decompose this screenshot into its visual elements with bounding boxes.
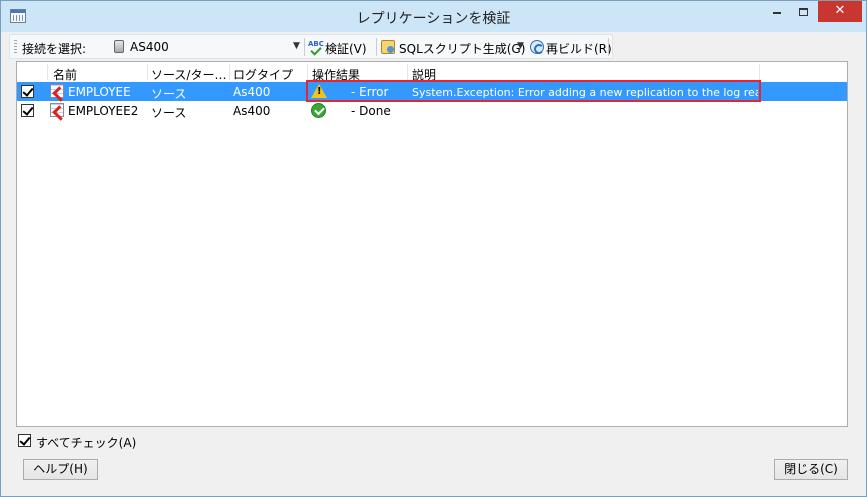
row-source-target: ソース — [151, 106, 187, 120]
connection-label: 接続を選択: — [22, 42, 87, 56]
spellcheck-verify-icon[interactable]: ABC — [308, 40, 324, 54]
sql-dropdown-icon[interactable]: ▼ — [517, 41, 524, 51]
title-bar: レプリケーションを検証 ✕ — [1, 1, 866, 32]
close-button[interactable]: 閉じる(C) — [774, 459, 848, 480]
window-title: レプリケーションを検証 — [356, 11, 511, 27]
maximize-button[interactable] — [792, 1, 814, 22]
toolbar-separator — [608, 38, 609, 56]
toolbar: 接続を選択: AS400 ▼ ABC 検証(V) SQLスクリプト生成(G) ▼… — [9, 34, 613, 59]
row-source-target: ソース — [151, 87, 187, 101]
column-divider[interactable] — [47, 64, 48, 80]
row-checkbox[interactable] — [21, 104, 34, 117]
toolbar-grip-icon[interactable] — [14, 40, 17, 54]
rebuild-icon[interactable] — [530, 40, 544, 54]
database-icon — [114, 40, 124, 53]
column-header-source-target[interactable]: ソース/ター… — [151, 66, 227, 83]
help-button[interactable]: ヘルプ(H) — [23, 459, 98, 480]
table-error-icon — [50, 103, 64, 117]
validate-replication-window: レプリケーションを検証 ✕ 接続を選択: AS400 ▼ ABC 検証(V) S… — [0, 0, 867, 497]
column-divider[interactable] — [407, 64, 408, 80]
column-header-log-type[interactable]: ログタイプ — [233, 66, 307, 83]
row-result: - Done — [351, 104, 391, 118]
minimize-icon — [773, 11, 781, 14]
close-window-button[interactable]: ✕ — [818, 1, 862, 22]
grid-header: 名前 ソース/ター… ログタイプ 操作結果 説明 — [17, 62, 847, 82]
column-divider[interactable] — [147, 64, 148, 80]
column-divider[interactable] — [759, 64, 760, 80]
rebuild-button[interactable]: 再ビルド(R) — [546, 40, 612, 57]
column-divider[interactable] — [229, 64, 230, 80]
row-log-type: As400 — [233, 104, 271, 118]
minimize-button[interactable] — [766, 1, 788, 22]
connection-dropdown-icon[interactable]: ▼ — [293, 41, 300, 51]
verify-button[interactable]: 検証(V) — [325, 40, 367, 57]
row-name: EMPLOYEE — [68, 85, 131, 99]
check-all-label[interactable]: すべてチェック(A) — [36, 434, 136, 451]
row-checkbox[interactable] — [21, 85, 34, 98]
error-highlight-box — [306, 80, 761, 102]
row-log-type: As400 — [233, 85, 271, 99]
success-icon — [311, 103, 326, 118]
connection-select[interactable]: AS400 — [130, 40, 169, 54]
table-error-icon — [50, 84, 64, 98]
maximize-icon — [798, 7, 808, 16]
toolbar-separator — [376, 38, 377, 56]
column-header-name[interactable]: 名前 — [53, 66, 143, 83]
toolbar-separator — [304, 38, 305, 56]
replication-grid[interactable]: 名前 ソース/ター… ログタイプ 操作結果 説明 EMPLOYEE ソース As… — [16, 61, 848, 427]
row-name: EMPLOYEE2 — [68, 104, 139, 118]
column-divider[interactable] — [307, 64, 308, 80]
sql-script-icon[interactable] — [381, 40, 395, 54]
check-all-box[interactable] — [18, 434, 31, 447]
generate-sql-button[interactable]: SQLスクリプト生成(G) — [399, 40, 525, 57]
table-row[interactable]: EMPLOYEE2 ソース As400 - Done — [17, 101, 847, 120]
